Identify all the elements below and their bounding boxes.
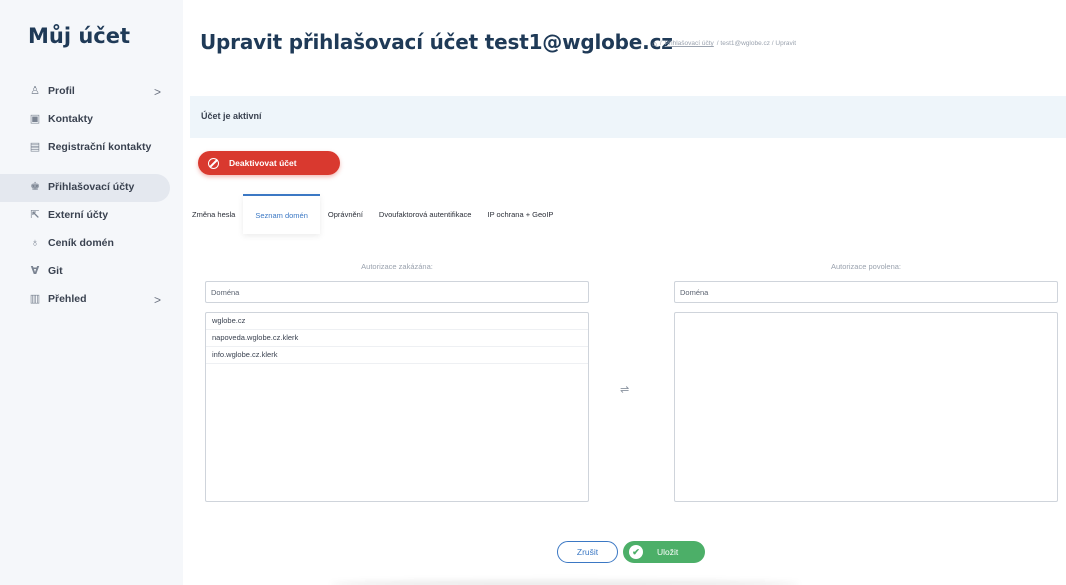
disabled-authorization-header: Autorizace zakázána: (361, 262, 433, 271)
registration-icon: ▤ (29, 141, 41, 153)
user-icon: ♙ (30, 85, 40, 97)
sidebar-title: Můj účet (28, 24, 131, 48)
list-item[interactable]: napoveda.wglobe.cz.klerk (206, 330, 588, 347)
sidebar-item-0[interactable]: ♙ Profil > (0, 78, 183, 106)
sidebar-item-label: Externí účty (48, 209, 109, 221)
transfer-icon[interactable]: ⇌ (620, 383, 629, 396)
deactivate-account-label: Deaktivovat účet (229, 158, 297, 168)
price-tag-icon: ♁ (30, 237, 40, 249)
list-item[interactable]: wglobe.cz (206, 313, 588, 330)
save-label: Uložit (657, 547, 679, 557)
tab-4[interactable]: IP ochrana + GeoIP (479, 194, 561, 234)
sidebar-item-7[interactable]: ▥ Přehled > (0, 286, 183, 314)
overview-icon: ▥ (29, 293, 41, 305)
external-link-icon: ⇱ (30, 209, 40, 221)
contacts-icon: ▣ (29, 113, 41, 125)
bottom-shadow (330, 580, 800, 585)
home-icon[interactable]: ⌂ (652, 39, 657, 48)
tab-bar: Změna hesla Seznam domén Oprávnění Dvoufakt… (190, 194, 561, 234)
cancel-button[interactable]: Zrušit (557, 541, 618, 563)
sidebar-item-label: Profil (48, 85, 75, 97)
status-panel: Účet je aktivní (190, 96, 1066, 138)
sidebar-item-5[interactable]: ♁ Ceník domén (0, 230, 183, 258)
chevron-right-icon: > (153, 293, 161, 307)
chevron-right-icon: > (153, 85, 161, 99)
enabled-domains-list[interactable] (674, 312, 1058, 502)
sidebar-item-label: Registrační kontakty (48, 141, 152, 153)
sidebar: Můj účet ♙ Profil > ▣ Kontakty ▤ Registrační k… (0, 0, 183, 585)
sidebar-item-4[interactable]: ⇱ Externí účty (0, 202, 183, 230)
sidebar-item-label: Přihlašovací účty (48, 181, 135, 193)
breadcrumb-link-login-accounts[interactable]: Přihlašovací účty (665, 40, 714, 47)
sidebar-item-label: Ceník domén (48, 237, 114, 249)
breadcrumb: ⌂ / Přihlašovací účty / test1@wglobe.cz … (652, 39, 796, 48)
sidebar-item-label: Git (48, 265, 63, 277)
sidebar-item-label: Kontakty (48, 113, 93, 125)
account-status-text: Účet je aktivní (201, 111, 262, 121)
disabled-domain-filter-input[interactable] (205, 281, 589, 303)
enabled-authorization-header: Autorizace povolena: (830, 262, 902, 271)
save-button[interactable]: ✔ Uložit (623, 541, 705, 563)
disabled-domains-list[interactable]: wglobe.cz napoveda.wglobe.cz.klerk info.wg… (205, 312, 589, 502)
page-title: Upravit přihlašovací účet test1@wglobe.c… (200, 30, 673, 54)
sidebar-item-3[interactable]: ♚ Přihlašovací účty (0, 174, 170, 202)
deactivate-account-button[interactable]: Deaktivovat účet (198, 151, 340, 175)
tab-2[interactable]: Oprávnění (320, 194, 371, 234)
sidebar-nav: ♙ Profil > ▣ Kontakty ▤ Registrační kontakty ♚ P… (0, 78, 183, 314)
sidebar-item-label: Přehled (48, 293, 87, 305)
sidebar-item-1[interactable]: ▣ Kontakty (0, 106, 183, 134)
breadcrumb-separator: / (659, 40, 662, 47)
tab-3[interactable]: Dvoufaktorová autentifikace (371, 194, 480, 234)
users-icon: ♚ (30, 181, 40, 193)
sidebar-item-6[interactable]: ∀ Git (0, 258, 183, 286)
tab-0[interactable]: Změna hesla (190, 194, 243, 234)
breadcrumb-current: / test1@wglobe.cz / Upravit (716, 40, 797, 47)
enabled-domain-filter-input[interactable] (674, 281, 1058, 303)
tab-1[interactable]: Seznam domén (243, 194, 320, 234)
list-item[interactable]: info.wglobe.cz.klerk (206, 347, 588, 364)
sidebar-item-2[interactable]: ▤ Registrační kontakty (0, 134, 183, 174)
ban-icon (208, 157, 219, 169)
git-icon: ∀ (30, 265, 40, 277)
check-icon: ✔ (629, 545, 643, 559)
